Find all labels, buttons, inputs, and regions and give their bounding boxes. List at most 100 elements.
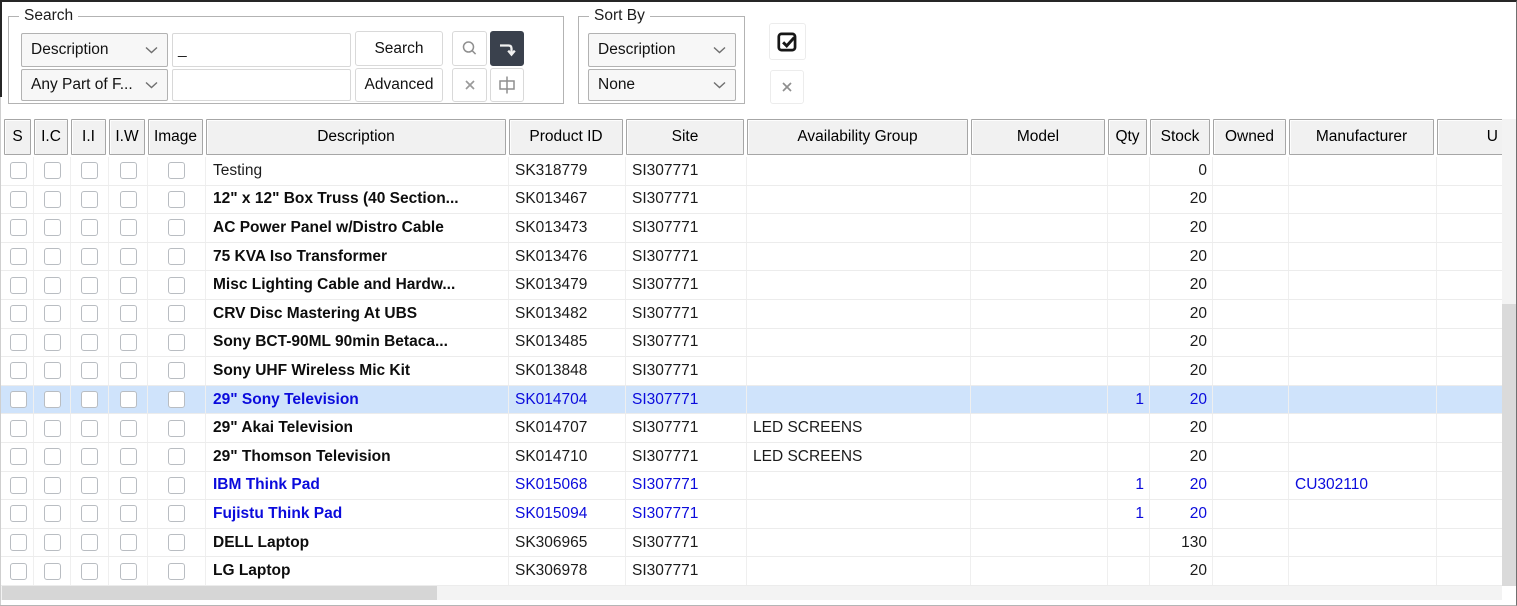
cell-manufacturer[interactable]: [1289, 443, 1437, 471]
row-checkbox-image[interactable]: [168, 534, 185, 551]
column-header-site[interactable]: Site: [626, 119, 744, 155]
cell-qty[interactable]: [1108, 300, 1150, 328]
cell-qty[interactable]: [1108, 157, 1150, 185]
cell-description[interactable]: 29" Thomson Television: [206, 443, 509, 471]
cell-qty[interactable]: [1108, 414, 1150, 442]
table-row[interactable]: 75 KVA Iso TransformerSK013476SI30777120: [0, 243, 1503, 272]
row-checkbox-ic[interactable]: [44, 334, 61, 351]
column-header-product_id[interactable]: Product ID: [509, 119, 623, 155]
cell-model[interactable]: [971, 157, 1108, 185]
cell-model[interactable]: [971, 557, 1108, 585]
row-checkbox-iw[interactable]: [120, 505, 137, 522]
cell-description[interactable]: 29" Akai Television: [206, 414, 509, 442]
cell-u[interactable]: [1437, 500, 1503, 528]
cell-u[interactable]: [1437, 443, 1503, 471]
row-checkbox-ic[interactable]: [44, 391, 61, 408]
cell-manufacturer[interactable]: [1289, 329, 1437, 357]
table-row[interactable]: AC Power Panel w/Distro CableSK013473SI3…: [0, 214, 1503, 243]
row-checkbox-ic[interactable]: [44, 448, 61, 465]
cell-stock[interactable]: 20: [1150, 414, 1213, 442]
column-header-u[interactable]: U: [1437, 119, 1503, 155]
cell-availability_group[interactable]: [747, 186, 971, 214]
column-header-model[interactable]: Model: [971, 119, 1105, 155]
cell-qty[interactable]: 1: [1108, 472, 1150, 500]
cell-availability_group[interactable]: [747, 557, 971, 585]
cell-manufacturer[interactable]: CU302110: [1289, 472, 1437, 500]
cell-model[interactable]: [971, 214, 1108, 242]
cell-model[interactable]: [971, 271, 1108, 299]
table-row[interactable]: 12" x 12" Box Truss (40 Section...SK0134…: [0, 186, 1503, 215]
row-checkbox-image[interactable]: [168, 305, 185, 322]
cell-site[interactable]: SI307771: [626, 329, 747, 357]
row-checkbox-s[interactable]: [10, 362, 27, 379]
row-checkbox-ii[interactable]: [81, 448, 98, 465]
cell-owned[interactable]: [1213, 300, 1289, 328]
cell-site[interactable]: SI307771: [626, 500, 747, 528]
column-header-ic[interactable]: I.C: [34, 119, 68, 155]
row-checkbox-image[interactable]: [168, 191, 185, 208]
cell-qty[interactable]: [1108, 443, 1150, 471]
row-checkbox-iw[interactable]: [120, 305, 137, 322]
table-row[interactable]: 29" Sony TelevisionSK014704SI307771120: [0, 386, 1503, 415]
cell-stock[interactable]: 20: [1150, 443, 1213, 471]
cell-stock[interactable]: 20: [1150, 243, 1213, 271]
cell-description[interactable]: Testing: [206, 157, 509, 185]
cell-site[interactable]: SI307771: [626, 214, 747, 242]
cell-stock[interactable]: 0: [1150, 157, 1213, 185]
row-checkbox-ii[interactable]: [81, 420, 98, 437]
search-button[interactable]: Search: [355, 31, 443, 66]
cell-owned[interactable]: [1213, 443, 1289, 471]
cell-site[interactable]: SI307771: [626, 443, 747, 471]
cell-manufacturer[interactable]: [1289, 357, 1437, 385]
cell-qty[interactable]: [1108, 271, 1150, 299]
cell-manufacturer[interactable]: [1289, 300, 1437, 328]
cell-availability_group[interactable]: [747, 500, 971, 528]
horizontal-scrollbar[interactable]: [1, 586, 1502, 600]
row-checkbox-image[interactable]: [168, 420, 185, 437]
cell-model[interactable]: [971, 243, 1108, 271]
horizontal-scrollbar-thumb[interactable]: [2, 586, 437, 600]
row-checkbox-iw[interactable]: [120, 248, 137, 265]
sort-secondary-combo[interactable]: None: [588, 69, 736, 101]
row-checkbox-image[interactable]: [168, 362, 185, 379]
row-checkbox-ic[interactable]: [44, 305, 61, 322]
search-field-combo[interactable]: Description: [21, 33, 168, 67]
row-checkbox-s[interactable]: [10, 334, 27, 351]
cell-product_id[interactable]: SK015068: [509, 472, 626, 500]
cell-site[interactable]: SI307771: [626, 271, 747, 299]
cell-stock[interactable]: 20: [1150, 557, 1213, 585]
cell-model[interactable]: [971, 386, 1108, 414]
cell-owned[interactable]: [1213, 529, 1289, 557]
row-checkbox-iw[interactable]: [120, 277, 137, 294]
row-checkbox-image[interactable]: [168, 248, 185, 265]
cell-product_id[interactable]: SK306978: [509, 557, 626, 585]
row-checkbox-iw[interactable]: [120, 362, 137, 379]
vertical-scrollbar[interactable]: [1502, 119, 1516, 586]
cell-availability_group[interactable]: [747, 329, 971, 357]
cell-u[interactable]: [1437, 271, 1503, 299]
cell-availability_group[interactable]: [747, 357, 971, 385]
cell-manufacturer[interactable]: [1289, 500, 1437, 528]
table-row[interactable]: IBM Think PadSK015068SI307771120CU302110: [0, 472, 1503, 501]
cell-availability_group[interactable]: [747, 386, 971, 414]
cell-description[interactable]: 29" Sony Television: [206, 386, 509, 414]
table-row[interactable]: Sony BCT-90ML 90min Betaca...SK013485SI3…: [0, 329, 1503, 358]
cell-availability_group[interactable]: [747, 271, 971, 299]
cell-owned[interactable]: [1213, 186, 1289, 214]
row-checkbox-s[interactable]: [10, 191, 27, 208]
column-header-stock[interactable]: Stock: [1150, 119, 1210, 155]
column-header-manufacturer[interactable]: Manufacturer: [1289, 119, 1434, 155]
row-checkbox-ii[interactable]: [81, 334, 98, 351]
cell-site[interactable]: SI307771: [626, 300, 747, 328]
cell-description[interactable]: 75 KVA Iso Transformer: [206, 243, 509, 271]
cell-site[interactable]: SI307771: [626, 472, 747, 500]
row-checkbox-ic[interactable]: [44, 162, 61, 179]
row-checkbox-iw[interactable]: [120, 191, 137, 208]
table-row[interactable]: TestingSK318779SI3077710: [0, 157, 1503, 186]
cell-u[interactable]: [1437, 300, 1503, 328]
row-checkbox-s[interactable]: [10, 305, 27, 322]
cell-product_id[interactable]: SK014707: [509, 414, 626, 442]
cell-model[interactable]: [971, 414, 1108, 442]
cell-product_id[interactable]: SK013467: [509, 186, 626, 214]
cell-u[interactable]: [1437, 186, 1503, 214]
